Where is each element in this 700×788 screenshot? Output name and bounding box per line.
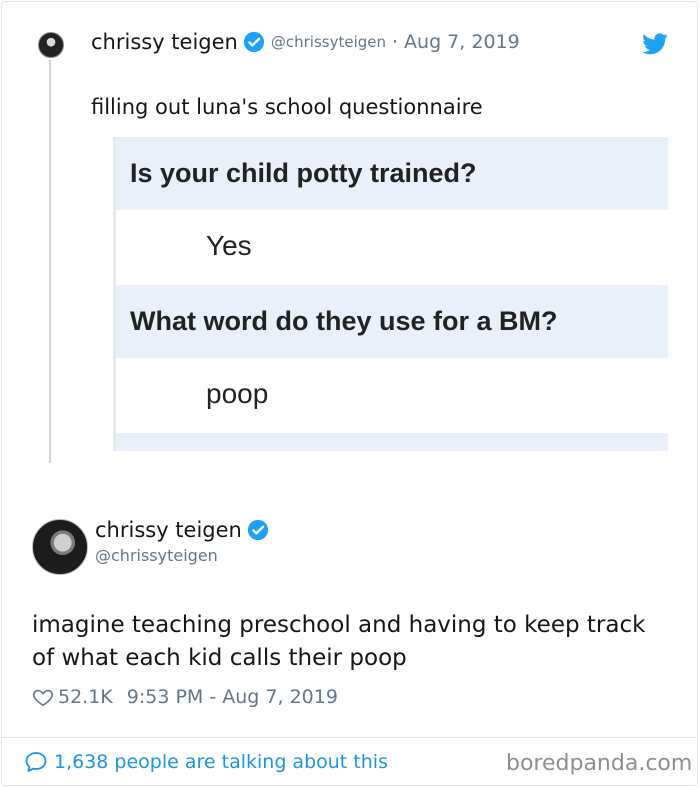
- answer-2-text: poop: [206, 378, 269, 409]
- main-author-handle[interactable]: @chrissyteigen: [95, 546, 218, 565]
- question-row-1: Is your child potty trained?: [116, 137, 668, 210]
- conversation-link[interactable]: 1,638 people are talking about this: [24, 750, 388, 774]
- parent-author-name[interactable]: chrissy teigen: [91, 30, 238, 54]
- like-count[interactable]: 52.1K: [58, 686, 113, 708]
- tweet-timestamp[interactable]: 9:53 PM - Aug 7, 2019: [127, 686, 338, 708]
- main-author-row: chrissy teigen: [95, 518, 269, 542]
- question-1-text: Is your child potty trained?: [130, 158, 477, 188]
- answer-1-text: Yes: [206, 230, 252, 261]
- verified-icon: [243, 31, 264, 53]
- question-2-text: What word do they use for a BM?: [130, 306, 558, 336]
- parent-avatar[interactable]: [38, 32, 64, 58]
- verified-icon: [247, 519, 268, 541]
- thread-line: [49, 60, 51, 463]
- header-separator: ·: [392, 31, 399, 53]
- parent-author-handle[interactable]: @chrissyteigen: [271, 33, 386, 51]
- answer-row-2: poop: [116, 358, 668, 432]
- parent-tweet-header: chrissy teigen @chrissyteigen · Aug 7, 2…: [91, 30, 520, 54]
- question-row-2: What word do they use for a BM?: [116, 285, 668, 358]
- boredpanda-watermark: boredpanda.com: [506, 751, 693, 776]
- answer-row-1: Yes: [116, 210, 668, 284]
- parent-tweet-date[interactable]: Aug 7, 2019: [404, 31, 520, 53]
- talking-count-text[interactable]: 1,638 people are talking about this: [54, 751, 388, 773]
- tweet-media-image[interactable]: Is your child potty trained? Yes What wo…: [113, 137, 668, 451]
- parent-tweet-text: filling out luna's school questionnaire: [91, 95, 483, 119]
- twitter-bird-icon[interactable]: [642, 33, 668, 55]
- footer-divider: [1, 737, 698, 738]
- speech-bubble-icon: [25, 752, 47, 772]
- main-avatar[interactable]: [32, 519, 88, 575]
- heart-icon[interactable]: [32, 686, 54, 708]
- main-author-name[interactable]: chrissy teigen: [95, 518, 242, 542]
- tweet-meta-row: 52.1K 9:53 PM - Aug 7, 2019: [32, 686, 338, 708]
- main-tweet-text: imagine teaching preschool and having to…: [32, 612, 646, 671]
- media-bottom-strip: [116, 433, 668, 451]
